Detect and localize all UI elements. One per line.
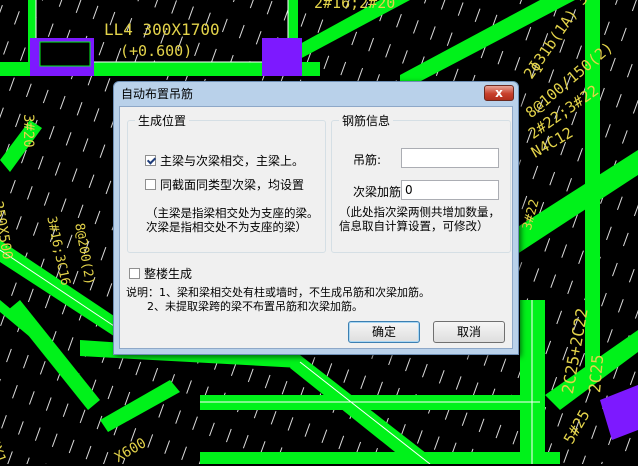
close-button[interactable]: x [484,85,514,101]
group-rebar-info-label: 钢筋信息 [339,112,394,129]
extra-rebar-input[interactable]: 0 [401,180,499,200]
beam-label-l1: 3#20 [20,114,36,148]
checkbox-same-section[interactable]: 同截面同类型次梁，均设置 [145,176,304,193]
checkbox-main-secondary[interactable]: 主梁与次梁相交，主梁上。 [145,152,304,169]
auto-hanger-dialog: 自动布置吊筋 x 生成位置 主梁与次梁相交，主梁上。 同截面同类型次梁，均设置 … [113,81,519,355]
position-note: （主梁是指梁相交处为支座的梁。 次梁是指相交处不为支座的梁） [146,206,319,234]
beam-label-br2: 2C25 [585,353,608,394]
cancel-button[interactable]: 取消 [433,321,505,343]
ok-button[interactable]: 确定 [348,321,420,343]
checkbox-main-secondary-box[interactable] [145,155,156,166]
hanger-label: 吊筋: [353,153,382,167]
extra-rebar-label: 次梁加筋: [353,185,406,199]
beam-offset-label: (+0.600) [120,42,193,60]
checkbox-main-secondary-label: 主梁与次梁相交，主梁上。 [160,154,305,168]
dialog-titlebar[interactable]: 自动布置吊筋 x [114,82,518,104]
checkbox-same-section-box[interactable] [145,179,156,190]
close-icon: x [495,86,503,100]
dialog-client-area: 生成位置 主梁与次梁相交，主梁上。 同截面同类型次梁，均设置 （主梁是指梁相交处… [119,106,513,349]
group-rebar-info: 钢筋信息 吊筋: 次梁加筋: 0 （此处指次梁两侧共增加数量， 信息取自计算设置… [331,112,511,253]
dialog-title: 自动布置吊筋 [121,87,194,101]
rebar-note: （此处指次梁两侧共增加数量， 信息取自计算设置，可修改） [339,205,500,233]
checkbox-whole-building-label: 整楼生成 [144,267,193,281]
group-generate-position-label: 生成位置 [135,112,190,129]
beam-label-top: 2#16;2#20 [314,0,396,12]
checkbox-whole-building[interactable]: 整楼生成 [129,265,192,282]
hanger-input[interactable] [401,148,499,168]
group-generate-position: 生成位置 主梁与次梁相交，主梁上。 同截面同类型次梁，均设置 （主梁是指梁相交处… [127,112,326,253]
checkbox-same-section-label: 同截面同类型次梁，均设置 [160,178,305,192]
beam-title-label: LL4 300X1700 [104,20,220,39]
checkbox-whole-building-box[interactable] [129,268,140,279]
explanation-text: 说明：1、梁和梁相交处有柱或墙时，不生成吊筋和次梁加筋。 2、未提取梁跨的梁不布… [126,286,430,313]
